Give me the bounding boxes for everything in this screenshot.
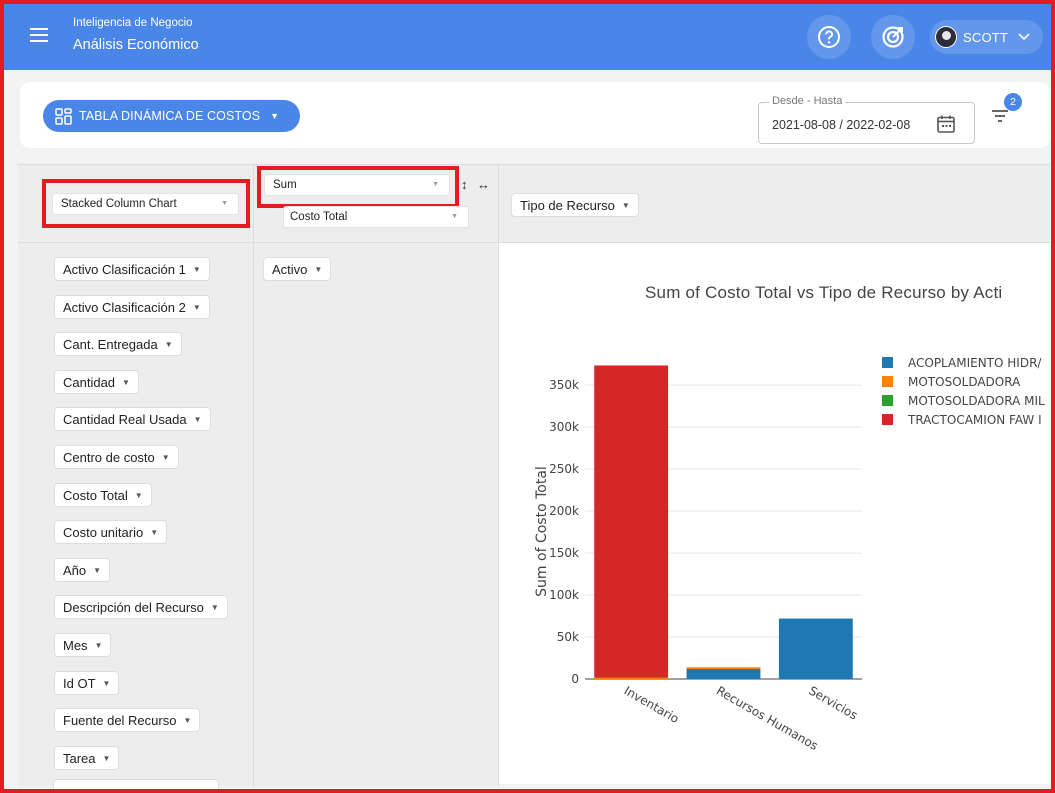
legend-swatch (882, 357, 893, 368)
y-tick-label: 0 (571, 672, 579, 686)
y-tick-label: 300k (549, 420, 579, 434)
y-axis-label: Sum of Costo Total (534, 466, 550, 597)
legend-label: TRACTOCAMION FAW I (907, 413, 1042, 427)
y-tick-label: 100k (549, 588, 579, 602)
chart-svg: 0 50k 100k 150k 200k 250k 300k 350k Sum of Costo… (534, 356, 1045, 753)
bar (594, 365, 669, 678)
legend-label: ACOPLAMIENTO HIDR/ (908, 356, 1042, 370)
legend-swatch (882, 414, 893, 425)
y-tick-label: 350k (549, 378, 579, 392)
legend-swatch (882, 376, 893, 387)
y-tick-label: 200k (549, 504, 579, 518)
y-tick-label: 250k (549, 462, 579, 476)
y-tick-label: 50k (557, 630, 579, 644)
bar (686, 668, 761, 679)
bar (686, 667, 761, 669)
bar (778, 618, 853, 679)
x-tick-label: Recursos Humanos (714, 683, 820, 753)
bar (594, 677, 669, 679)
legend-swatch (882, 395, 893, 406)
legend-label: MOTOSOLDADORA (908, 375, 1021, 389)
legend-label: MOTOSOLDADORA MIL (908, 394, 1045, 408)
x-tick-label: Inventario (622, 683, 682, 726)
x-tick-label: Servicios (806, 683, 860, 722)
y-tick-label: 150k (549, 546, 579, 560)
